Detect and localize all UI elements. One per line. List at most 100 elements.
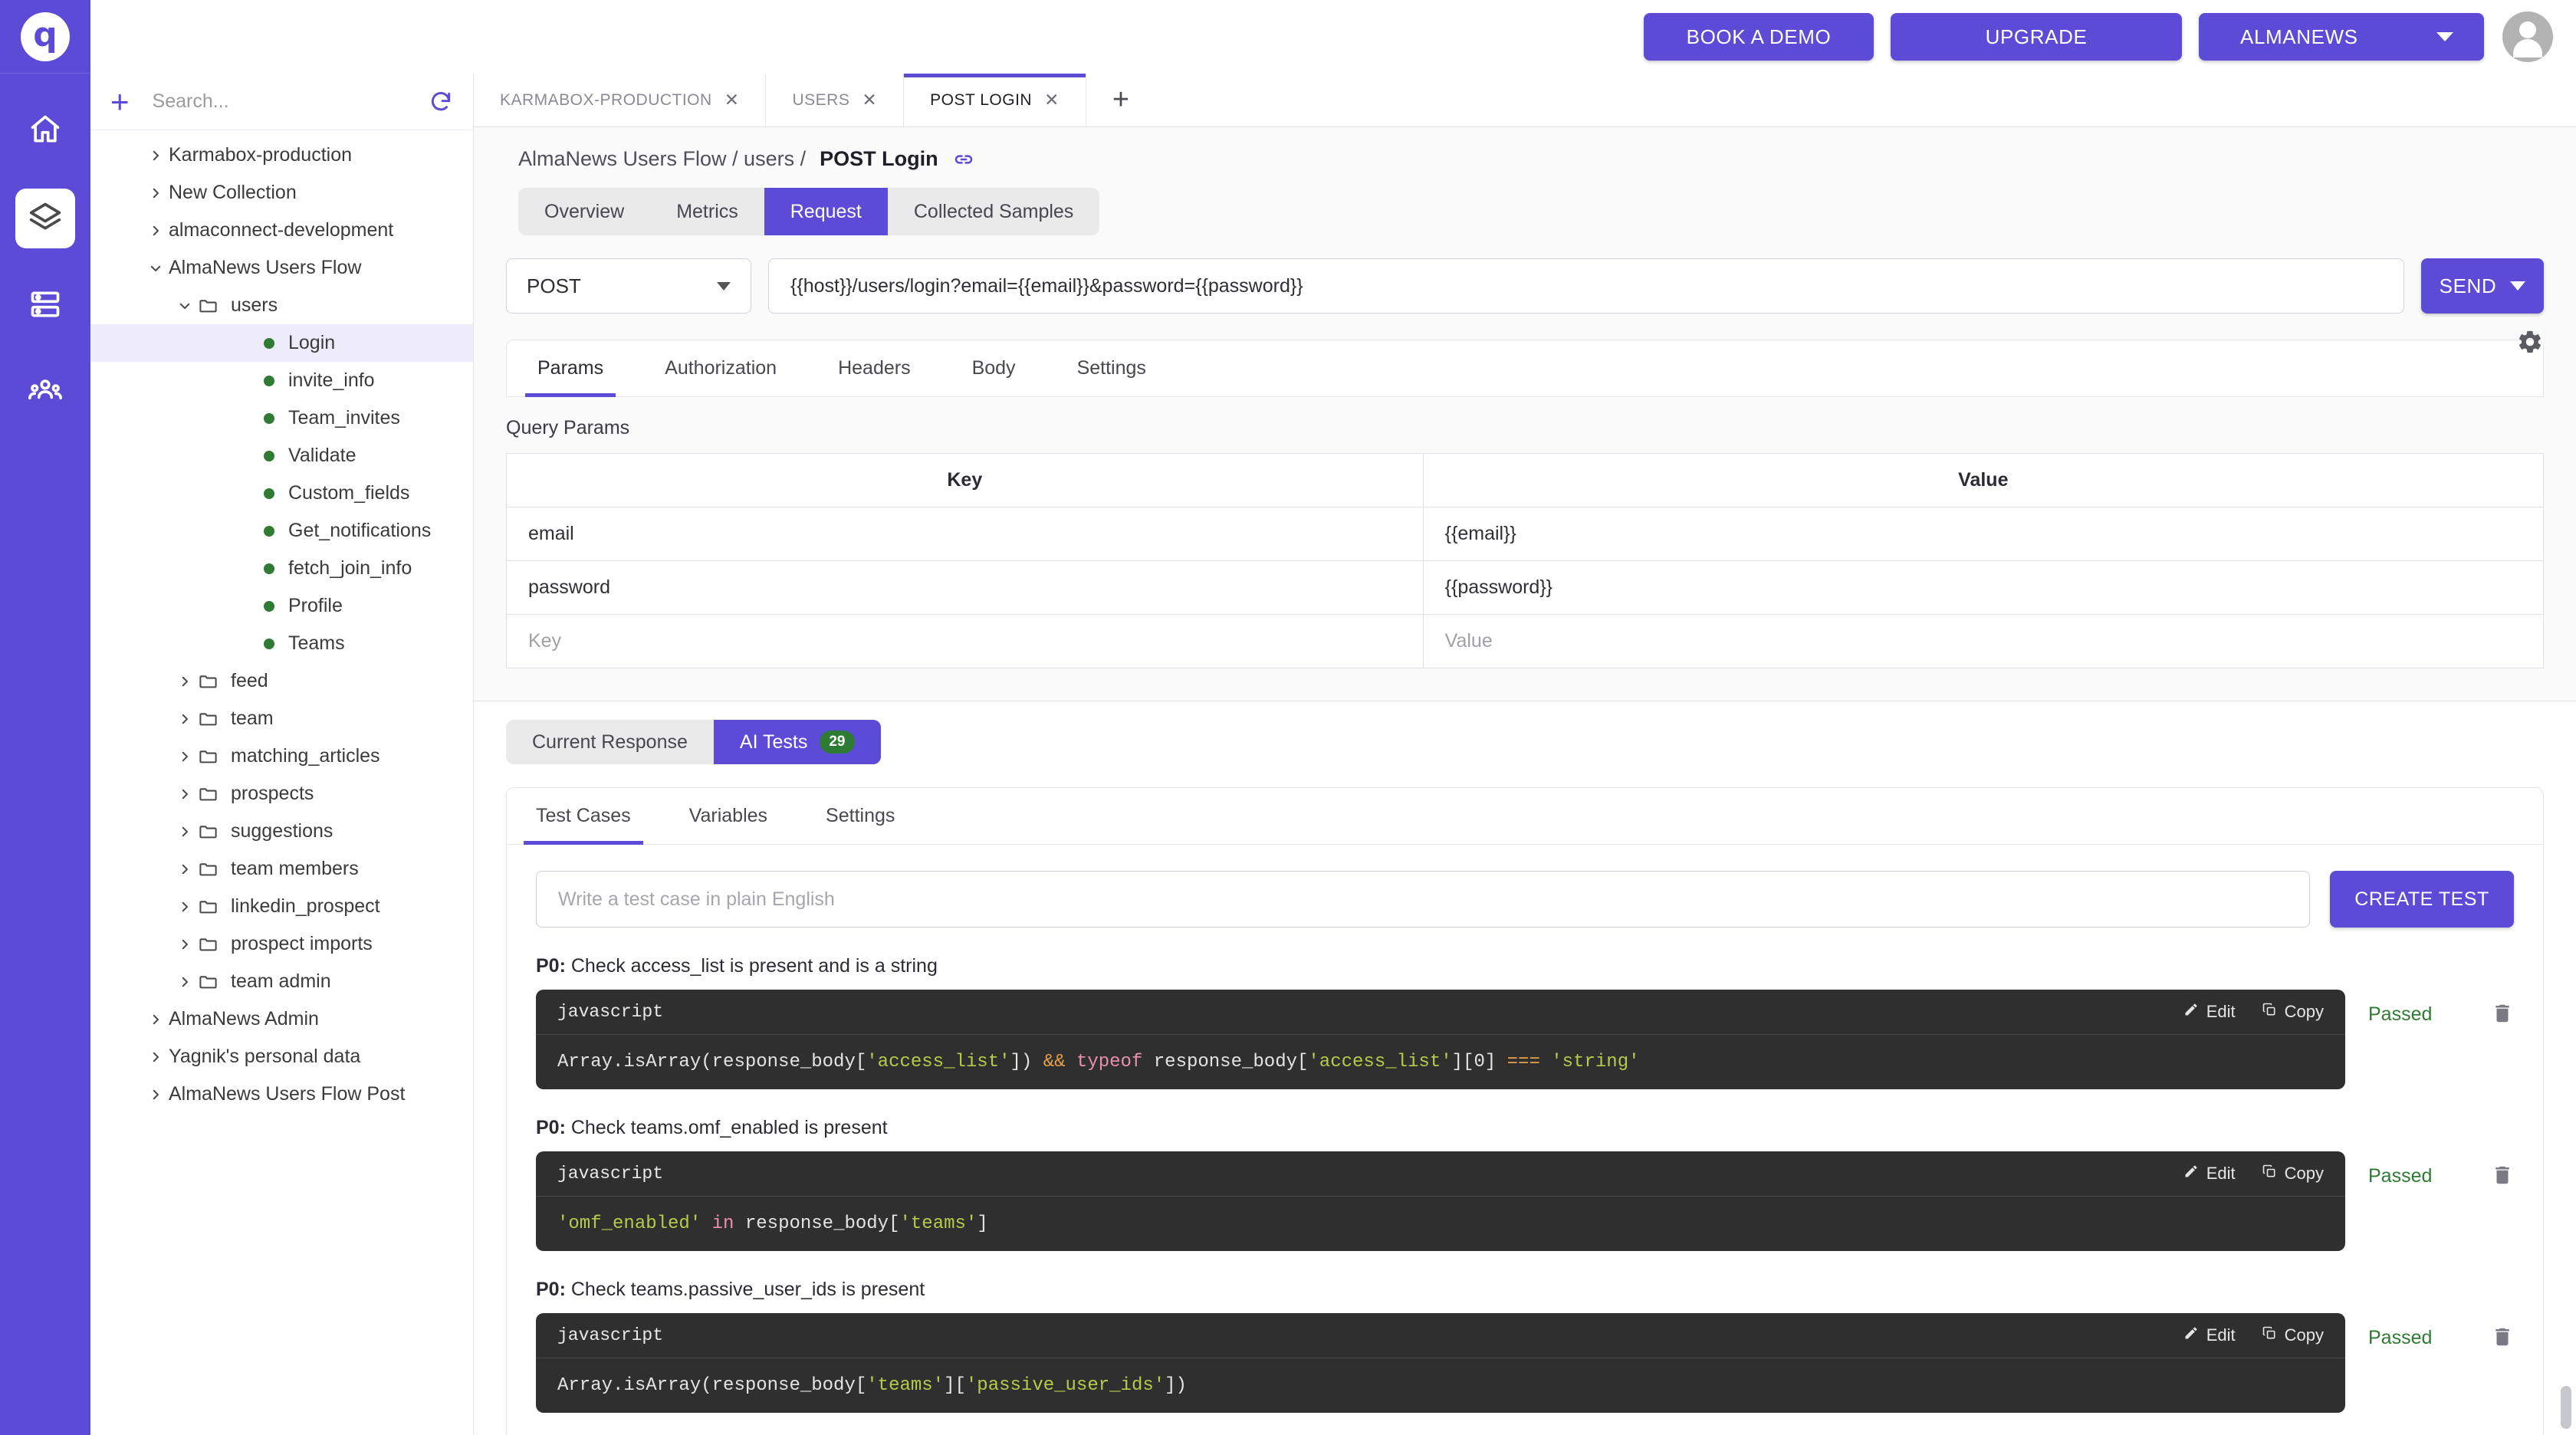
copy-code-button[interactable]: Copy xyxy=(2262,1002,2324,1022)
upgrade-button[interactable]: UPGRADE xyxy=(1891,13,2182,61)
tree-item-prospects[interactable]: prospects xyxy=(90,775,473,813)
ai-tab-settings[interactable]: Settings xyxy=(797,788,924,844)
request-tab-params[interactable]: Params xyxy=(507,340,634,397)
chevron-right-icon[interactable] xyxy=(172,712,198,726)
send-button[interactable]: SEND xyxy=(2421,258,2544,314)
code-content[interactable]: Array.isArray(response_body['access_list… xyxy=(536,1035,2345,1089)
tree-item-profile[interactable]: Profile xyxy=(90,587,473,625)
param-value-cell[interactable]: {{password}} xyxy=(1422,560,2545,615)
ai-tests-tabs[interactable]: Test Cases Variables Settings xyxy=(507,788,2543,846)
tree-item-team-members[interactable]: team members xyxy=(90,850,473,888)
link-icon[interactable] xyxy=(952,148,975,171)
close-icon[interactable]: ✕ xyxy=(862,91,877,109)
param-key-cell[interactable]: Key xyxy=(506,614,1424,668)
tree-item-teams[interactable]: Teams xyxy=(90,625,473,662)
tree-item-matching-articles[interactable]: matching_articles xyxy=(90,737,473,775)
param-value-cell[interactable]: {{email}} xyxy=(1422,507,2545,561)
request-tab-headers[interactable]: Headers xyxy=(807,340,941,396)
tree-item-suggestions[interactable]: suggestions xyxy=(90,813,473,850)
tree-item-karmabox-production[interactable]: Karmabox-production xyxy=(90,136,473,174)
rail-item-home[interactable] xyxy=(15,101,75,161)
close-icon[interactable]: ✕ xyxy=(724,91,740,109)
tree-item-get-notifications[interactable]: Get_notifications xyxy=(90,512,473,550)
collections-tree[interactable]: Karmabox-production New Collection almacon… xyxy=(90,130,473,1435)
chevron-right-icon[interactable] xyxy=(143,149,169,163)
table-row[interactable]: password {{password}} xyxy=(506,560,2545,615)
request-tab-authorization[interactable]: Authorization xyxy=(634,340,807,396)
delete-test-button[interactable] xyxy=(2491,1151,2514,1190)
view-tab-request[interactable]: Request xyxy=(764,188,888,235)
chevron-right-icon[interactable] xyxy=(172,825,198,839)
edit-code-button[interactable]: Edit xyxy=(2183,1002,2236,1022)
chevron-right-icon[interactable] xyxy=(143,1050,169,1064)
http-method-select[interactable]: POST xyxy=(506,258,751,314)
request-tabs[interactable]: Params Authorization Headers Body Settings xyxy=(506,340,2544,397)
chevron-right-icon[interactable] xyxy=(172,750,198,763)
ai-tab-variables[interactable]: Variables xyxy=(660,788,797,844)
book-demo-button[interactable]: BOOK A DEMO xyxy=(1644,13,1874,61)
table-row[interactable]: email {{email}} xyxy=(506,507,2545,561)
request-tab-body[interactable]: Body xyxy=(941,340,1046,396)
search-input[interactable] xyxy=(152,90,429,113)
tree-item-feed[interactable]: feed xyxy=(90,662,473,700)
param-key-cell[interactable]: email xyxy=(506,507,1424,561)
param-value-cell[interactable]: Value xyxy=(1422,614,2545,668)
app-logo[interactable]: q xyxy=(0,0,90,74)
url-input[interactable] xyxy=(768,258,2404,314)
tree-item-prospect-imports[interactable]: prospect imports xyxy=(90,925,473,963)
tree-item-linkedin-prospect[interactable]: linkedin_prospect xyxy=(90,888,473,925)
tree-item-validate[interactable]: Validate xyxy=(90,437,473,475)
settings-gear-icon[interactable] xyxy=(2516,328,2544,360)
code-content[interactable]: Array.isArray(response_body['teams']['pa… xyxy=(536,1358,2345,1413)
code-content[interactable]: 'omf_enabled' in response_body['teams'] xyxy=(536,1197,2345,1251)
ai-tab-test-cases[interactable]: Test Cases xyxy=(507,788,660,846)
view-tabs[interactable]: Overview Metrics Request Collected Samples xyxy=(518,188,1100,235)
document-tab-karmabox-production[interactable]: KARMABOX-PRODUCTION ✕ xyxy=(474,74,767,126)
request-tab-settings[interactable]: Settings xyxy=(1046,340,1177,396)
view-tab-metrics[interactable]: Metrics xyxy=(650,188,764,235)
close-icon[interactable]: ✕ xyxy=(1044,91,1060,109)
new-tab-button[interactable]: + xyxy=(1086,74,1155,126)
avatar[interactable] xyxy=(2502,11,2553,62)
tree-item-almanews-users-flow-post[interactable]: AlmaNews Users Flow Post xyxy=(90,1075,473,1113)
delete-test-button[interactable] xyxy=(2491,1313,2514,1352)
copy-code-button[interactable]: Copy xyxy=(2262,1325,2324,1345)
tree-item-almanews-admin[interactable]: AlmaNews Admin xyxy=(90,1000,473,1038)
chevron-right-icon[interactable] xyxy=(172,975,198,989)
tree-item-custom-fields[interactable]: Custom_fields xyxy=(90,475,473,512)
tree-item-yagnik-s-personal-data[interactable]: Yagnik's personal data xyxy=(90,1038,473,1075)
tree-item-team-invites[interactable]: Team_invites xyxy=(90,399,473,437)
param-key-cell[interactable]: password xyxy=(506,560,1424,615)
tree-item-team-admin[interactable]: team admin xyxy=(90,963,473,1000)
organization-dropdown-button[interactable]: ALMANEWS xyxy=(2199,13,2484,61)
response-tab-current-response[interactable]: Current Response xyxy=(506,720,714,764)
tree-item-fetch-join-info[interactable]: fetch_join_info xyxy=(90,550,473,587)
chevron-right-icon[interactable] xyxy=(143,1088,169,1102)
tree-item-login[interactable]: Login xyxy=(90,324,473,362)
document-tab-users[interactable]: USERS ✕ xyxy=(766,74,905,126)
rail-item-environments[interactable] xyxy=(15,276,75,336)
view-tab-collected-samples[interactable]: Collected Samples xyxy=(888,188,1099,235)
document-tab-post-login[interactable]: POST LOGIN ✕ xyxy=(904,74,1086,126)
chevron-right-icon[interactable] xyxy=(143,186,169,200)
tree-item-new-collection[interactable]: New Collection xyxy=(90,174,473,212)
copy-code-button[interactable]: Copy xyxy=(2262,1164,2324,1184)
rail-item-collections[interactable] xyxy=(15,189,75,248)
delete-test-button[interactable] xyxy=(2491,990,2514,1029)
rail-item-team[interactable] xyxy=(15,363,75,423)
chevron-right-icon[interactable] xyxy=(172,862,198,876)
tree-item-invite-info[interactable]: invite_info xyxy=(90,362,473,399)
tree-item-team[interactable]: team xyxy=(90,700,473,737)
chevron-right-icon[interactable] xyxy=(172,787,198,801)
response-tabs[interactable]: Current Response AI Tests 29 xyxy=(506,720,881,765)
view-tab-overview[interactable]: Overview xyxy=(518,188,650,235)
create-test-button[interactable]: CREATE TEST xyxy=(2330,871,2514,928)
refresh-icon[interactable] xyxy=(429,90,453,114)
chevron-right-icon[interactable] xyxy=(172,938,198,951)
edit-code-button[interactable]: Edit xyxy=(2183,1325,2236,1345)
test-case-input[interactable] xyxy=(536,871,2310,928)
chevron-right-icon[interactable] xyxy=(172,900,198,914)
chevron-right-icon[interactable] xyxy=(172,675,198,688)
edit-code-button[interactable]: Edit xyxy=(2183,1164,2236,1184)
chevron-right-icon[interactable] xyxy=(143,1013,169,1026)
